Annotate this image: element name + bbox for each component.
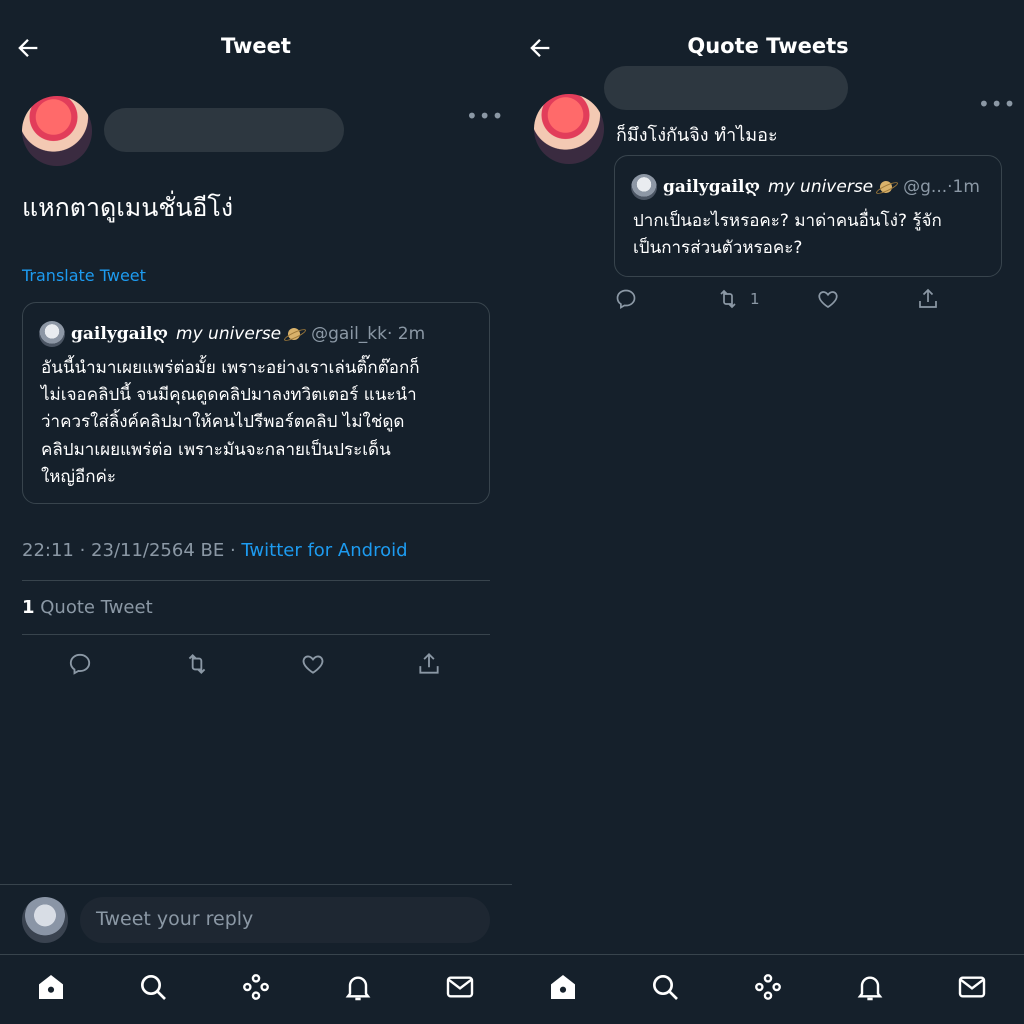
page-title: Tweet (221, 34, 291, 58)
reply-bar: Tweet your reply (0, 884, 512, 954)
quote-count-number: 1 (22, 597, 35, 618)
planet-emoji-icon (283, 327, 303, 341)
notifications-icon[interactable] (342, 971, 374, 1003)
reply-bubble-icon[interactable] (67, 651, 93, 677)
reply-bubble-icon[interactable] (614, 287, 638, 311)
quoted-line: ว่าควรใส่ลิ้งค์คลิปมาให้คนไปรีพอร์ตคลิป … (41, 412, 405, 433)
more-dots-icon[interactable]: ••• (466, 104, 504, 128)
planet-emoji-icon (875, 180, 895, 194)
messages-icon[interactable] (956, 971, 988, 1003)
author-avatar[interactable] (22, 96, 92, 166)
bottom-navigation (512, 954, 1024, 1024)
tweet-source-link[interactable]: Twitter for Android (241, 540, 407, 561)
tweet-timestamp: 22:11 · 23/11/2564 BE · (22, 540, 242, 561)
search-icon[interactable] (137, 971, 169, 1003)
tweet-detail-panel: Tweet ••• แหกตาดูเมนชั่นอีโง่ Translate … (0, 0, 512, 1024)
redacted-author-name (104, 108, 344, 152)
quote-count-label: Quote Tweet (34, 597, 153, 618)
translate-tweet-link[interactable]: Translate Tweet (22, 266, 146, 285)
retweet-count: 1 (750, 290, 760, 308)
quoted-tweet-card[interactable]: gailygailღ my universe @g... ·1m ปากเป็น… (614, 155, 1002, 277)
more-dots-icon[interactable]: ••• (978, 92, 1016, 116)
quoted-line: ปากเป็นอะไรหรอคะ? มาด่าคนอื่นโง่? รู้จัก (633, 211, 942, 231)
quoted-line: ไม่เจอคลิปนี้ จนมีคุณดูดคลิปมาลงทวิตเตอร… (41, 385, 417, 406)
quoted-tweet-header: gailygailღ my universe @g... ·1m (631, 174, 980, 200)
quote-tweet-text: ก็มึงโง่กันจิง ทำไมอะ (616, 125, 778, 146)
tweet-header: Tweet (0, 0, 512, 96)
quoted-author-avatar (39, 321, 65, 347)
quoted-author-name-italic: my universe (768, 177, 874, 197)
messages-icon[interactable] (444, 971, 476, 1003)
quoted-tweet-time: · 2m (387, 324, 426, 344)
current-user-avatar[interactable] (22, 897, 68, 943)
quoted-author-handle: @g... (903, 177, 948, 197)
divider (22, 580, 490, 581)
bottom-navigation (0, 954, 512, 1024)
tweet-meta: 22:11 · 23/11/2564 BE · Twitter for Andr… (22, 540, 408, 561)
retweet-icon[interactable] (716, 287, 740, 311)
quoted-line: คลิปมาเผยแพร่ต่อ เพราะมันจะกลายเป็นประเด… (41, 439, 391, 460)
spaces-icon[interactable] (240, 971, 272, 1003)
share-icon[interactable] (416, 651, 442, 677)
spaces-icon[interactable] (752, 971, 784, 1003)
home-icon[interactable] (35, 971, 67, 1003)
quoted-author-name: gailygailღ (71, 324, 169, 344)
quoted-line: เป็นการส่วนตัวหรอคะ? (633, 238, 803, 259)
quote-tweets-panel: Quote Tweets ••• ก็มึงโง่กันจิง ทำไมอะ g… (512, 0, 1024, 1024)
quoted-tweet-time: ·1m (947, 177, 980, 197)
quoted-author-avatar (631, 174, 657, 200)
divider (22, 634, 490, 635)
quote-tweet-count[interactable]: 1 Quote Tweet (22, 597, 153, 618)
notifications-icon[interactable] (854, 971, 886, 1003)
quoted-line: ใหญ่อีกค่ะ (41, 466, 116, 487)
quoted-tweet-text: อันนี้นำมาเผยแพร่ต่อมั้ย เพราะอย่างเราเล… (41, 355, 420, 491)
search-icon[interactable] (649, 971, 681, 1003)
redacted-author-name (604, 66, 848, 110)
reply-input[interactable]: Tweet your reply (80, 897, 490, 943)
author-avatar[interactable] (534, 94, 604, 164)
quoted-author-name: gailygailღ (663, 177, 761, 197)
heart-icon[interactable] (816, 287, 840, 311)
page-title: Quote Tweets (687, 34, 849, 58)
quoted-tweet-text: ปากเป็นอะไรหรอคะ? มาด่าคนอื่นโง่? รู้จัก… (633, 208, 942, 262)
share-icon[interactable] (916, 287, 940, 311)
tweet-text: แหกตาดูเมนชั่นอีโง่ (22, 193, 234, 222)
retweet-icon[interactable] (184, 651, 210, 677)
quoted-tweet-header: gailygailღ my universe @gail_kk · 2m (39, 321, 425, 347)
home-icon[interactable] (547, 971, 579, 1003)
quoted-line: อันนี้นำมาเผยแพร่ต่อมั้ย เพราะอย่างเราเล… (41, 358, 420, 378)
quoted-tweet-card[interactable]: gailygailღ my universe @gail_kk · 2m อัน… (22, 302, 490, 504)
quoted-author-handle: @gail_kk (311, 324, 387, 344)
quoted-author-name-italic: my universe (176, 324, 282, 344)
heart-icon[interactable] (300, 651, 326, 677)
